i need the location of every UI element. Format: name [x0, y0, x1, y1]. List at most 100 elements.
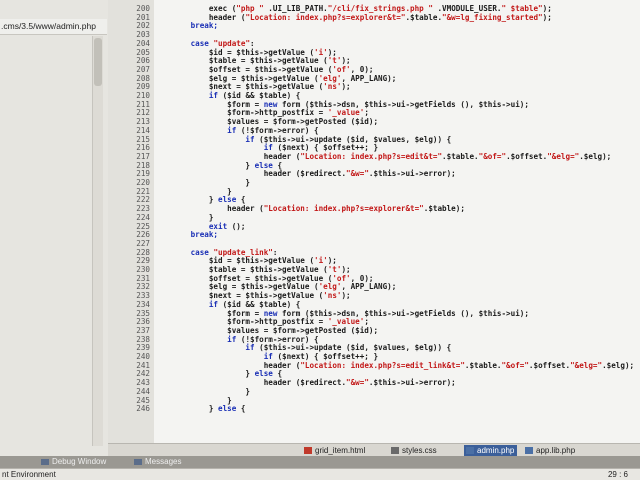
debug-window-icon [41, 459, 49, 465]
string-token: 'i' [314, 47, 328, 57]
keyword-token: exit [154, 221, 228, 231]
string-token: "Location: index.php?s=edit&t=" [300, 151, 443, 161]
tab-styles-css[interactable]: styles.css [389, 445, 437, 456]
string-token: '_value' [327, 317, 365, 327]
code-token: ($next) { $offset++; } [272, 143, 379, 153]
keyword-token: if [154, 299, 219, 309]
string-token: 't' [327, 56, 342, 66]
code-token: .$this->ui->error); [368, 169, 456, 179]
code-token: header ( [154, 12, 246, 22]
html-file-icon [304, 447, 312, 454]
code-token: ($next) { $offset++; } [272, 352, 379, 361]
code-token: ); [542, 4, 552, 13]
tab-label: admin.php [477, 446, 515, 455]
code-token: ); [341, 291, 351, 301]
code-token: ($this->ui->update ($id, $values, $elg))… [254, 343, 452, 353]
code-token: .$elg); [579, 151, 612, 161]
code-token: } [154, 369, 255, 379]
keyword-token: else [254, 160, 273, 170]
code-token: $form->http_postfix = [154, 108, 328, 118]
string-token: "&of=" [501, 360, 529, 370]
code-token: $elg = $this->getValue ( [154, 282, 319, 292]
project-panel: .cms/3.5/www/admin.php [0, 0, 109, 456]
ide-window: .cms/3.5/www/admin.php 200 201 202 203 204 20… [0, 0, 640, 480]
status-environment-label: nt Environment [2, 470, 56, 479]
project-panel-scrollbar[interactable] [92, 36, 103, 446]
code-editor[interactable]: 200 201 202 203 204 205 206 207 208 209 210 211 212 2… [108, 0, 640, 443]
code-line[interactable]: break; [154, 22, 218, 31]
status-bar: nt Environment 29 : 6 [0, 468, 640, 480]
tab-admin-php[interactable]: admin.php [464, 445, 518, 456]
code-token: header ($redirect. [154, 169, 347, 179]
code-token: .$table. [405, 12, 443, 22]
code-token: : [272, 247, 278, 257]
string-token: '_value' [327, 108, 365, 118]
code-token: { [236, 195, 246, 205]
string-token: 't' [327, 265, 342, 274]
code-token: , APP_LANG); [341, 73, 397, 83]
string-token: "update" [213, 38, 251, 48]
code-token: (!$form->error) { [236, 125, 319, 135]
string-token: "&w=lg_fixing_started" [442, 12, 543, 22]
keyword-token: if [154, 343, 255, 353]
string-token: "update_link" [213, 247, 273, 257]
code-token: ); [327, 47, 337, 57]
code-token: header ( [154, 204, 264, 214]
tab-grid-item-html[interactable]: grid_item.html [302, 445, 365, 456]
code-token: .$offset. [506, 151, 548, 161]
string-token: "&w=" [346, 378, 369, 388]
string-token: " $table" [501, 4, 543, 13]
code-line[interactable]: } else { [154, 404, 246, 414]
code-token: .VMODULE_USER. [432, 4, 502, 13]
code-token: (); [227, 221, 246, 231]
tab-app-lib-php[interactable]: app.lib.php [523, 445, 575, 456]
code-token: $offset = $this->getValue ( [154, 64, 333, 74]
code-token: } [154, 186, 232, 196]
code-token: $form = [154, 308, 264, 318]
code-token: , 0); [350, 273, 374, 283]
code-area[interactable]: exec ("php " .UI_LIB_PATH."/cli/fix_stri… [154, 0, 640, 443]
keyword-token: else [254, 369, 273, 379]
code-token: , APP_LANG); [341, 282, 397, 292]
scrollbar-thumb[interactable] [94, 38, 102, 86]
code-token: .UI_LIB_PATH. [263, 4, 328, 13]
code-token: form ($this->dsn, $this->ui->getFields (… [277, 308, 529, 318]
css-file-icon [391, 447, 399, 454]
keyword-token: else [218, 404, 237, 414]
project-file-path[interactable]: .cms/3.5/www/admin.php [0, 19, 107, 35]
code-token: ; [364, 108, 369, 118]
code-token: } [154, 195, 219, 205]
code-token: $next = $this->getValue ( [154, 291, 324, 301]
code-token: header ($redirect. [154, 378, 347, 388]
code-token: $form = [154, 99, 264, 109]
string-token: 'elg' [318, 282, 342, 292]
line-number-gutter: 200 201 202 203 204 205 206 207 208 209 210 211 212 2… [108, 0, 155, 443]
keyword-token: if [154, 125, 237, 135]
keyword-token: else [218, 195, 237, 205]
string-token: "&elg=" [570, 360, 603, 370]
code-line[interactable]: break; [154, 230, 219, 240]
code-token: $next = $this->getValue ( [154, 82, 324, 92]
keyword-token: new [263, 308, 278, 318]
string-token: 'ns' [323, 291, 342, 301]
bottom-tab-debug-window[interactable]: Debug Window [40, 457, 106, 467]
code-token: header ( [154, 151, 301, 161]
line-number: 246 [136, 404, 150, 414]
keyword-token: if [154, 143, 273, 153]
bottom-tab-messages[interactable]: Messages [133, 457, 181, 467]
string-token: "&w=" [346, 169, 369, 179]
string-token: "/cli/fix_strings.php " [327, 4, 433, 13]
code-token: : [250, 38, 255, 48]
keyword-token: break; [154, 230, 219, 240]
tab-label: grid_item.html [315, 446, 366, 455]
string-token: "Location: index.php?s=explorer&t=" [245, 12, 406, 22]
code-token: $table = $this->getValue ( [154, 56, 328, 66]
code-token: ); [341, 265, 351, 274]
code-token: } [154, 212, 214, 222]
code-token: } [154, 160, 255, 170]
code-token: { [272, 369, 283, 379]
code-token: } [154, 178, 251, 187]
code-token: } [154, 395, 232, 405]
code-token: ; [364, 317, 369, 327]
code-token: { [272, 160, 283, 170]
